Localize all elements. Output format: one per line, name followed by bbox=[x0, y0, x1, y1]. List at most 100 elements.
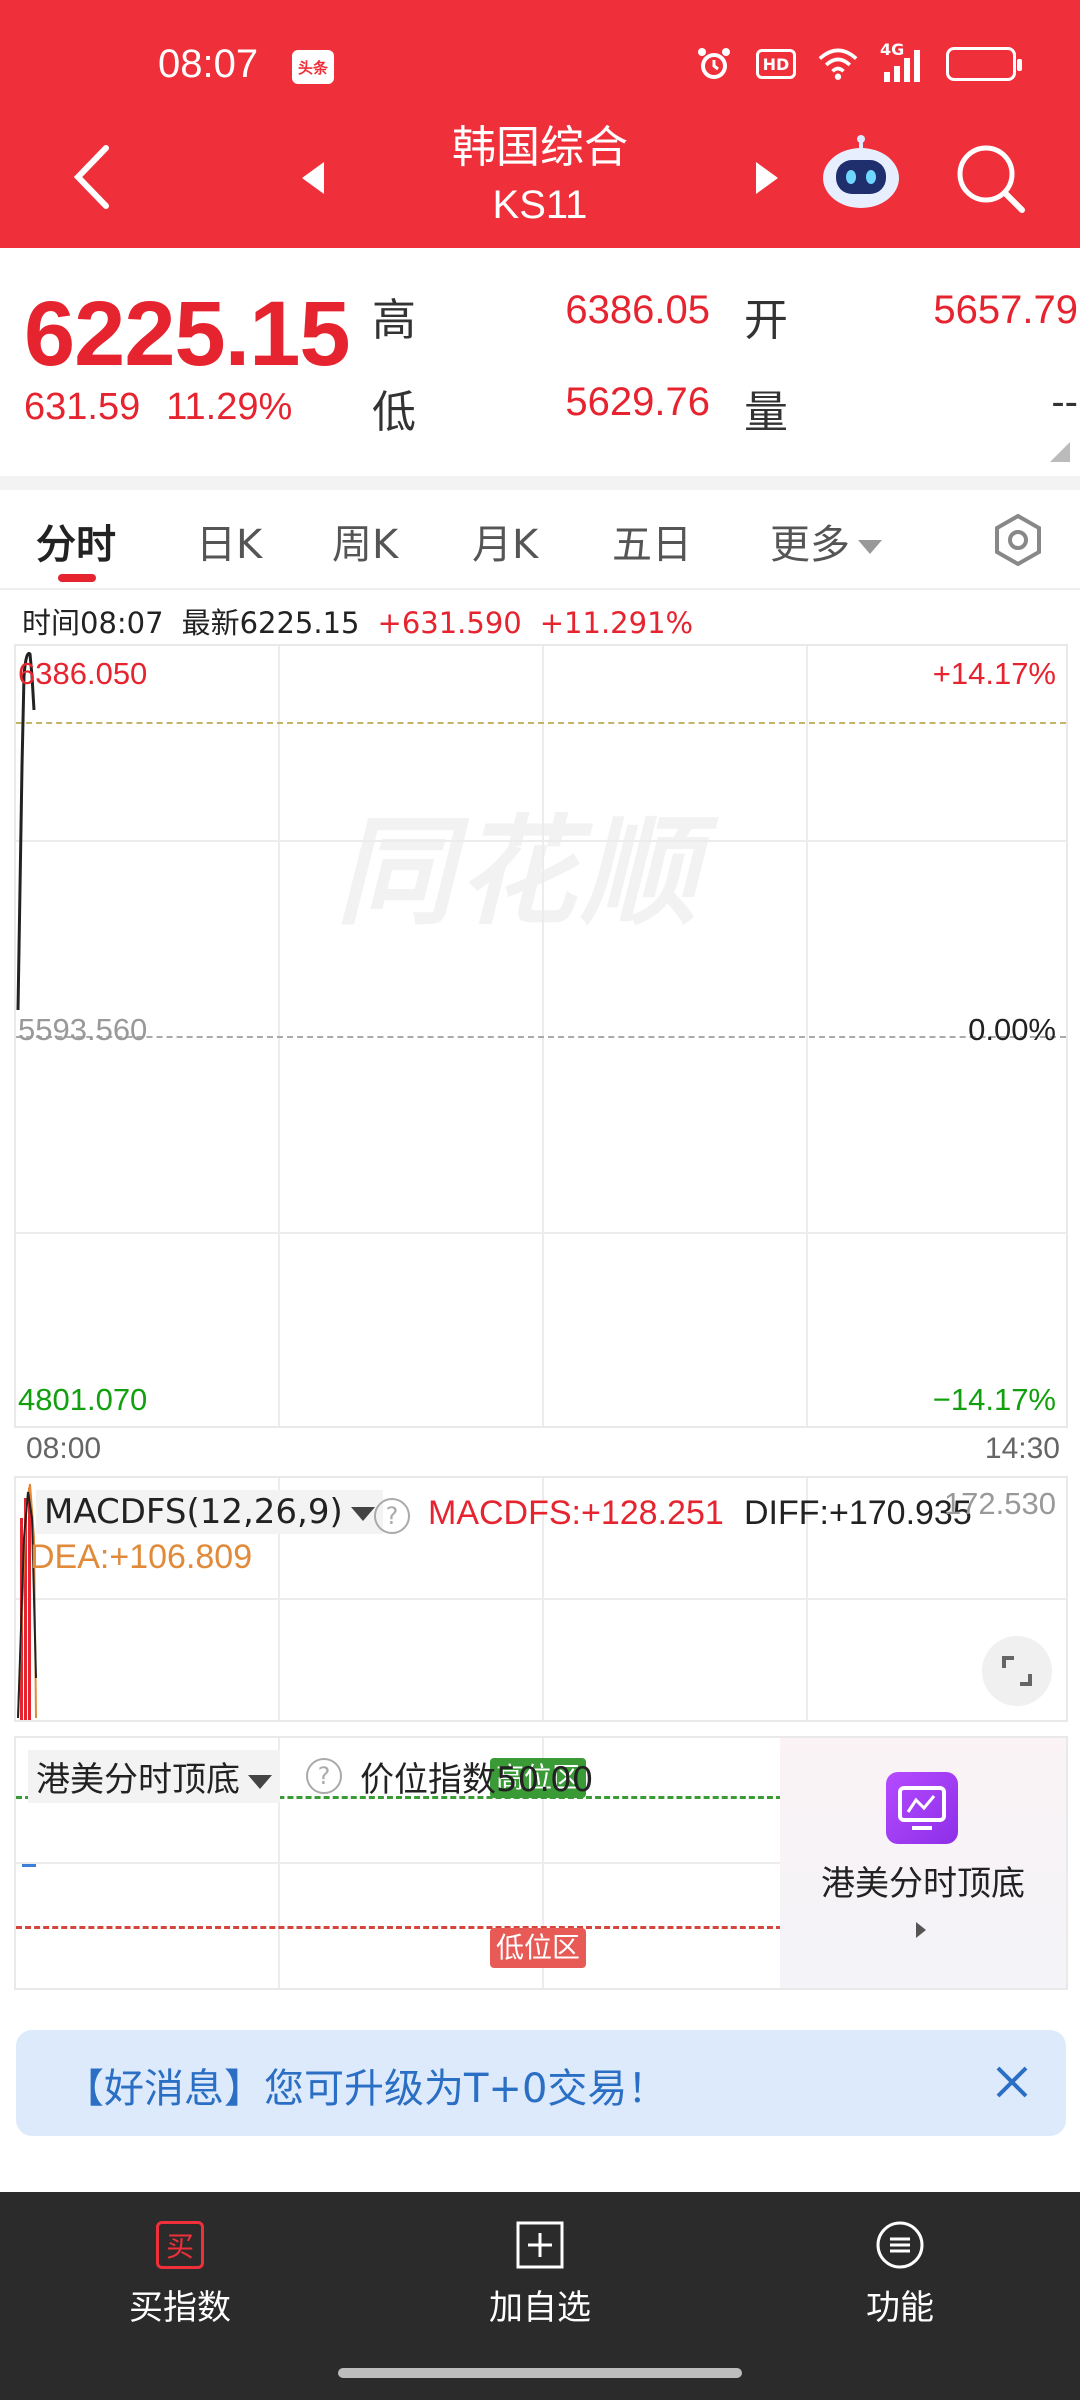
close-icon bbox=[996, 2066, 1028, 2098]
top-pct-label: +14.17% bbox=[932, 656, 1056, 691]
robot-icon bbox=[823, 135, 899, 208]
fullscreen-button[interactable] bbox=[982, 1636, 1052, 1706]
back-button[interactable] bbox=[66, 142, 122, 212]
change-percent: 11.29% bbox=[166, 386, 293, 428]
add-watchlist-label: 加自选 bbox=[489, 2288, 591, 2328]
grid-line bbox=[16, 1862, 782, 1864]
caret-down-icon bbox=[248, 1774, 272, 1789]
home-indicator[interactable] bbox=[338, 2368, 742, 2378]
toutiao-app-icon: 头条 bbox=[292, 50, 334, 84]
status-time: 08:07 bbox=[158, 42, 259, 86]
search-button[interactable] bbox=[954, 142, 1026, 214]
menu-circle-icon bbox=[875, 2220, 925, 2270]
battery-icon bbox=[946, 47, 1022, 81]
low-zone-line bbox=[16, 1926, 782, 1929]
triangle-left-icon bbox=[302, 162, 324, 194]
hd-voice-icon: HD bbox=[756, 49, 796, 79]
add-watchlist-button[interactable]: 加自选 bbox=[430, 2220, 650, 2329]
buy-index-button[interactable]: 买 买指数 bbox=[70, 2220, 290, 2329]
tab-daily-k[interactable]: 日K bbox=[196, 512, 262, 570]
chart-settings-button[interactable] bbox=[990, 512, 1046, 568]
tab-weekly-k[interactable]: 周K bbox=[332, 512, 398, 570]
caret-down-icon bbox=[350, 1506, 375, 1521]
ai-assistant-button[interactable] bbox=[818, 134, 904, 214]
plus-square-icon bbox=[515, 2220, 565, 2270]
buy-icon: 买 bbox=[155, 2220, 205, 2270]
volume-value: -- bbox=[1051, 380, 1078, 424]
diff-value: DIFF:+170.935 bbox=[744, 1494, 972, 1532]
crosshair-info: 时间08:07 最新6225.15 +631.590 +11.291% bbox=[22, 600, 711, 642]
index-code: KS11 bbox=[492, 183, 588, 227]
indicator-selector[interactable]: 港美分时顶底 bbox=[28, 1750, 280, 1803]
next-index-button[interactable] bbox=[752, 158, 782, 198]
expand-quote-icon[interactable] bbox=[1050, 442, 1070, 462]
price-line bbox=[16, 651, 36, 1011]
tab-more[interactable]: 更多 bbox=[770, 512, 882, 570]
hexagon-settings-icon bbox=[995, 513, 1041, 567]
buy-index-label: 买指数 bbox=[129, 2288, 231, 2328]
price-change: 631.59 11.29% bbox=[24, 386, 292, 429]
top-bottom-indicator-panel[interactable]: 港美分时顶底 ? 高位区 低位区 价位指数50.00 港美分时顶底 bbox=[14, 1736, 1068, 1990]
triangle-right-icon bbox=[916, 1922, 926, 1938]
time-axis-start: 08:00 bbox=[26, 1432, 102, 1465]
low-label: 低 bbox=[372, 387, 416, 438]
price-line-svg bbox=[16, 651, 36, 1011]
dea-value: DEA:+106.809 bbox=[30, 1538, 253, 1576]
page-title: 韩国综合 KS11 bbox=[340, 118, 740, 232]
info-change-pct: +11.291% bbox=[539, 606, 694, 640]
expand-icon bbox=[1002, 1656, 1032, 1686]
current-price: 6225.15 bbox=[24, 283, 351, 385]
previous-index-button[interactable] bbox=[298, 158, 328, 198]
volume-label: 量 bbox=[744, 387, 788, 438]
macd-scale-max: 172.530 bbox=[943, 1486, 1056, 1521]
tab-monthly-k[interactable]: 月K bbox=[472, 512, 538, 570]
low-value: 5629.76 bbox=[565, 380, 710, 424]
caret-down-icon bbox=[858, 540, 882, 554]
info-change: +631.590 bbox=[377, 606, 522, 640]
indicator-promo-icon bbox=[886, 1772, 958, 1844]
change-value: 631.59 bbox=[24, 386, 141, 428]
alarm-icon bbox=[694, 44, 734, 84]
open-value: 5657.79 bbox=[933, 288, 1078, 332]
functions-label: 功能 bbox=[866, 2288, 934, 2328]
help-icon[interactable]: ? bbox=[374, 1498, 410, 1534]
indicator-promo-label: 港美分时顶底 bbox=[821, 1864, 1025, 1904]
info-time: 时间08:07 bbox=[22, 606, 164, 640]
functions-button[interactable]: 功能 bbox=[790, 2220, 1010, 2329]
tab-intraday[interactable]: 分时 bbox=[36, 512, 116, 570]
upgrade-notice-banner[interactable]: 【好消息】您可升级为T+0交易！ bbox=[16, 2030, 1066, 2136]
grid-line bbox=[16, 1598, 1066, 1600]
triangle-right-icon bbox=[756, 162, 778, 194]
info-latest: 最新6225.15 bbox=[181, 606, 360, 640]
chart-tabs: 分时 日K 周K 月K 五日 更多 bbox=[0, 490, 1080, 590]
macd-selector-label: MACDFS(12,26,9) bbox=[44, 1492, 343, 1532]
divider bbox=[0, 476, 1080, 490]
indicator-promo[interactable]: 港美分时顶底 bbox=[780, 1738, 1066, 1988]
notice-text: 【好消息】您可升级为T+0交易！ bbox=[64, 2066, 668, 2112]
indicator-mark bbox=[22, 1864, 36, 1867]
macdfs-value: MACDFS:+128.251 bbox=[428, 1494, 724, 1532]
chevron-left-icon bbox=[73, 145, 109, 209]
macd-selector[interactable]: MACDFS(12,26,9) bbox=[36, 1490, 383, 1534]
buy-icon-label: 买 bbox=[156, 2221, 204, 2269]
active-tab-indicator bbox=[58, 574, 96, 582]
time-axis-end: 14:30 bbox=[984, 1432, 1060, 1465]
index-name: 韩国综合 bbox=[452, 122, 628, 173]
wifi-icon bbox=[818, 44, 858, 84]
intraday-chart[interactable]: 同花顺 6386.050 +14.17% 5593.560 0.00% 4801… bbox=[14, 644, 1068, 1428]
high-label: 高 bbox=[372, 295, 416, 346]
network-type: 4G bbox=[880, 40, 905, 59]
search-icon bbox=[957, 145, 1025, 213]
macd-panel[interactable]: MACDFS(12,26,9) ? MACDFS:+128.251 DIFF:+… bbox=[14, 1476, 1068, 1722]
tab-five-day[interactable]: 五日 bbox=[612, 512, 692, 570]
quote-panel: 6225.15 631.59 11.29% 高 6386.05 低 5629.76… bbox=[0, 248, 1080, 476]
status-icons: HD 4G bbox=[694, 40, 1022, 84]
price-index-value: 价位指数50.00 bbox=[360, 1760, 594, 1800]
bottom-pct-label: −14.17% bbox=[932, 1382, 1056, 1417]
help-icon[interactable]: ? bbox=[306, 1758, 342, 1794]
mid-price-label: 5593.560 bbox=[18, 1012, 148, 1047]
low-zone-tag: 低位区 bbox=[490, 1928, 587, 1968]
close-notice-button[interactable] bbox=[992, 2062, 1032, 2102]
high-value: 6386.05 bbox=[565, 288, 710, 332]
macd-bar bbox=[28, 1488, 31, 1720]
